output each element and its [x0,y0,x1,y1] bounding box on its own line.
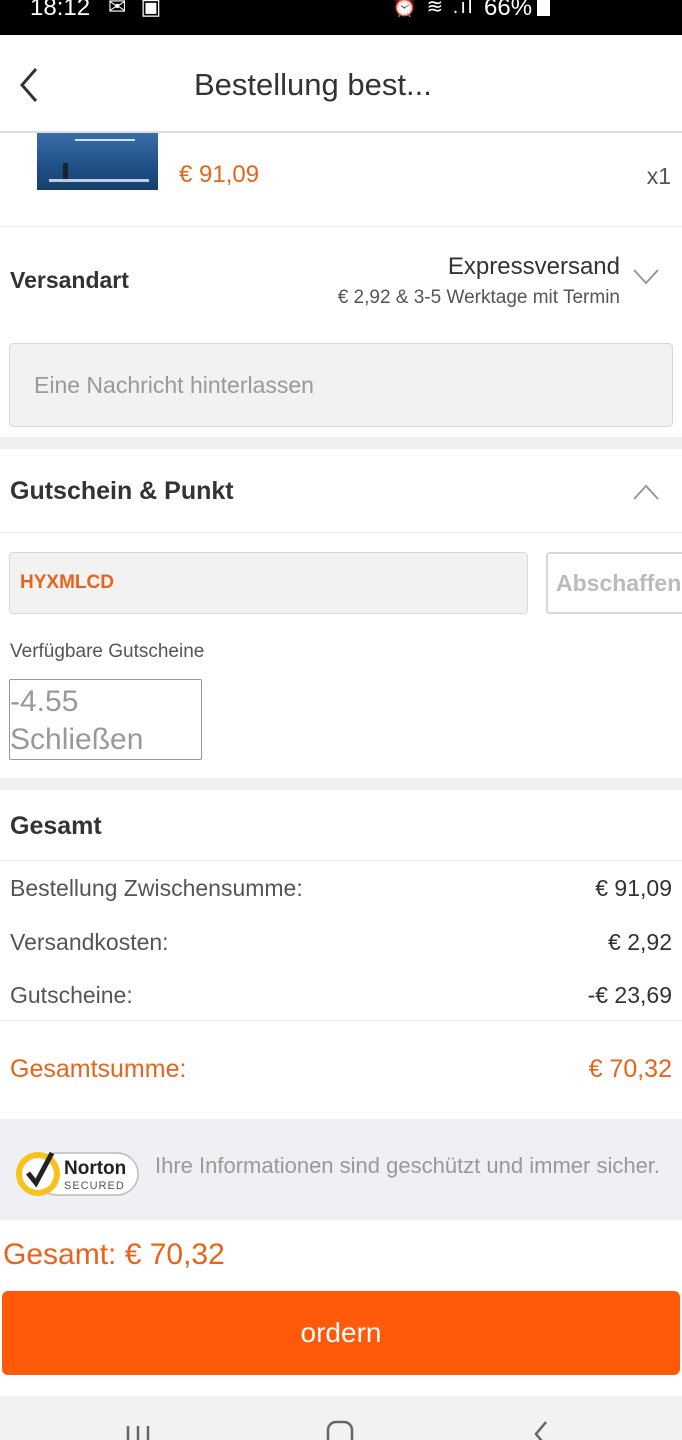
message-field-wrapper [9,343,673,427]
coupon-title: Gutschein & Punkt [10,477,234,505]
svg-text:SECURED: SECURED [64,1180,125,1192]
coupon-field-wrapper [9,552,528,614]
voucher-close-label[interactable]: Schließen [10,721,201,759]
coupon-code-input[interactable] [10,553,527,613]
grand-total-label: Gesamtsumme: [10,1055,187,1083]
coupon-discount-label: Gutscheine: [10,982,133,1008]
subtotal-value: € 91,09 [595,875,672,901]
nav-back-icon[interactable] [532,1420,550,1440]
message-input[interactable] [10,344,672,426]
system-status-icons: ⏰ ≋ .ıl [392,0,475,18]
shipping-method: Expressversand [447,253,620,280]
voucher-item[interactable]: -4.55 Schließen [9,679,202,760]
order-button[interactable]: ordern [2,1291,680,1375]
back-arrow-icon[interactable] [14,65,48,105]
shipping-method-selector[interactable]: Versandart Expressversand € 2,92 & 3-5 W… [0,227,682,335]
security-text: Ihre Informationen sind geschützt und im… [155,1153,661,1178]
shipping-cost-label: Versandkosten: [10,929,169,955]
shipping-label: Versandart [10,267,129,293]
battery-icon [537,0,550,16]
section-divider [0,437,682,449]
status-time: 18:12 [30,0,91,21]
coupon-discount-value: -€ 23,69 [587,982,672,1008]
cancel-coupon-button[interactable]: Abschaffen [546,552,682,614]
svg-text:Norton: Norton [64,1158,126,1179]
top-bar: Bestellung best... [0,35,682,133]
shipping-detail: € 2,92 & 3-5 Werktage mit Termin [337,287,620,308]
recent-apps-icon[interactable] [124,1422,152,1440]
battery-percent: 66% [484,0,533,21]
norton-secured-logo: Norton SECURED [16,1151,139,1196]
voucher-amount: -4.55 [10,685,79,718]
footer-total: Gesamt: € 70,32 [3,1238,225,1271]
divider [0,1020,682,1021]
page-title: Bestellung best... [194,67,432,102]
available-coupons-label: Verfügbare Gutscheine [10,641,205,662]
product-quantity: x1 [646,163,671,189]
product-row: € 91,09 x1 [0,133,682,227]
chevron-down-icon[interactable] [632,267,660,287]
divider [0,860,682,861]
grand-total-value: € 70,32 [588,1055,672,1083]
subtotal-label: Bestellung Zwischensumme: [10,875,303,901]
security-notice: Norton SECURED Ihre Informationen sind g… [0,1119,682,1220]
product-price: € 91,09 [179,161,260,188]
system-nav-bar [0,1396,682,1440]
notification-icons: ✉ ▣ [108,0,166,19]
coupon-section-header[interactable]: Gutschein & Punkt [0,449,682,533]
totals-title: Gesamt [10,812,102,840]
section-divider [0,778,682,790]
product-thumbnail[interactable] [37,133,158,190]
chevron-up-icon[interactable] [632,483,660,501]
status-bar: 18:12 ✉ ▣ ⏰ ≋ .ıl 66% [0,0,682,35]
home-icon[interactable] [326,1420,354,1440]
shipping-cost-value: € 2,92 [608,929,672,955]
